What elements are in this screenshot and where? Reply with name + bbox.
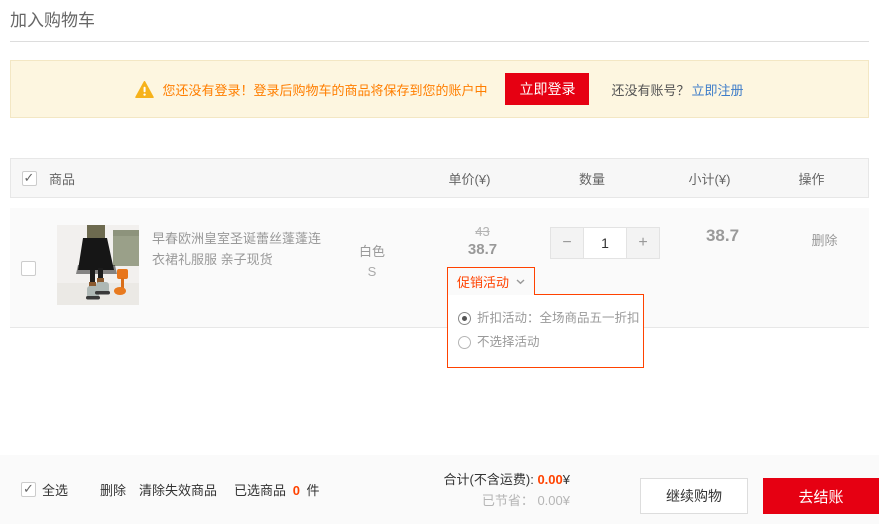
cart-table-header: 商品 单价(¥) 数量 小计(¥) 操作 [10,158,869,198]
promotion-option-none[interactable]: 不选择活动 [458,330,637,354]
login-warning-message: 您还没有登录！登录后购物车的商品将保存到您的账户中 [162,80,487,99]
chevron-down-icon [516,279,525,285]
header-product: 商品 [47,169,311,188]
total-currency: ¥ [563,472,570,487]
variant-color: 白色 [324,242,420,262]
total-line: 合计(不含运费): 0.00¥ [444,469,570,490]
promotion-option-discount[interactable]: 折扣活动：全场商品五一折扣 [458,306,637,330]
login-warning-banner: 您还没有登录！登录后购物车的商品将保存到您的账户中 立即登录 还没有账号？ 立即… [10,60,869,118]
product-title-line2: 衣裙礼服服 亲子现货 [152,249,324,270]
item-variant: 白色 S [324,208,420,282]
select-all-checkbox[interactable] [21,482,36,497]
selected-count-text: 已选商品 0 件 [234,480,320,499]
header-quantity: 数量 [532,169,652,188]
header-subtotal: 小计(¥) [652,169,767,188]
product-title[interactable]: 早春欧洲皇室圣诞蕾丝蓬蓬连 衣裙礼服服 亲子现货 [146,208,324,270]
item-subtotal: 38.7 [665,208,780,246]
no-account-text: 还没有账号？ [611,80,689,99]
saved-value: 0.00 [537,493,562,508]
selected-count: 0 [293,483,300,498]
footer-left-group: 全选 删除 清除失效商品 已选商品 0 件 [21,480,320,499]
cart-page: 加入购物车 您还没有登录！登录后购物车的商品将保存到您的账户中 立即登录 还没有… [0,0,879,524]
product-image[interactable] [57,225,139,305]
register-now-link[interactable]: 立即注册 [692,80,744,99]
promotion-dropdown: 促销活动 折扣活动：全场商品五一折扣 不选择活动 [447,267,644,368]
continue-shopping-button[interactable]: 继续购物 [640,478,748,514]
item-checkbox[interactable] [21,261,36,276]
saved-line: 已节省： 0.00¥ [444,490,570,511]
saved-currency: ¥ [563,493,570,508]
item-price-cell: 43 38.7 [420,208,545,258]
delete-selected-link[interactable]: 删除 [100,480,126,499]
clear-invalid-link[interactable]: 清除失效商品 [139,480,217,499]
quantity-increase-button[interactable]: + [627,227,660,259]
select-all-label[interactable]: 全选 [42,480,68,499]
header-action: 操作 [767,169,856,188]
login-now-button[interactable]: 立即登录 [505,73,589,105]
totals-block: 合计(不含运费): 0.00¥ 已节省： 0.00¥ [444,469,570,511]
quantity-decrease-button[interactable]: − [550,227,583,259]
radio-unselected-icon[interactable] [458,336,471,349]
header-unit-price: 单价(¥) [407,169,532,188]
total-value: 0.00 [537,472,562,487]
saved-label: 已节省： [482,493,534,508]
selected-suffix: 件 [307,483,320,498]
quantity-input[interactable] [583,227,627,259]
delete-item-link[interactable]: 删除 [811,233,837,248]
promotion-option-label: 折扣活动：全场商品五一折扣 [477,306,640,330]
item-checkbox-cell [10,208,46,276]
selected-prefix: 已选商品 [234,483,286,498]
variant-size: S [324,262,420,282]
original-price: 43 [420,224,545,239]
item-quantity-cell: − + [545,208,665,259]
header-checkbox-cell [11,171,47,186]
promotion-option-label: 不选择活动 [477,330,540,354]
item-action-cell: 删除 [780,208,869,249]
title-divider [10,41,869,42]
current-price: 38.7 [420,241,545,258]
promotion-dropdown-toggle[interactable]: 促销活动 [447,267,535,295]
warning-triangle-icon [135,81,154,98]
product-title-line1: 早春欧洲皇室圣诞蕾丝蓬蓬连 [152,228,324,249]
promotion-label: 促销活动 [457,272,509,291]
total-label: 合计(不含运费): [444,472,534,487]
page-title: 加入购物车 [10,6,95,31]
cart-item-row: 早春欧洲皇室圣诞蕾丝蓬蓬连 衣裙礼服服 亲子现货 白色 S 43 38.7 − … [10,208,869,328]
item-image-cell [46,208,146,305]
radio-selected-icon[interactable] [458,312,471,325]
select-all-checkbox-header[interactable] [22,171,37,186]
promotion-panel: 折扣活动：全场商品五一折扣 不选择活动 [447,294,644,368]
checkout-button[interactable]: 去结账 [763,478,879,514]
cart-footer-bar: 全选 删除 清除失效商品 已选商品 0 件 合计(不含运费): 0.00¥ 已节… [0,455,879,524]
